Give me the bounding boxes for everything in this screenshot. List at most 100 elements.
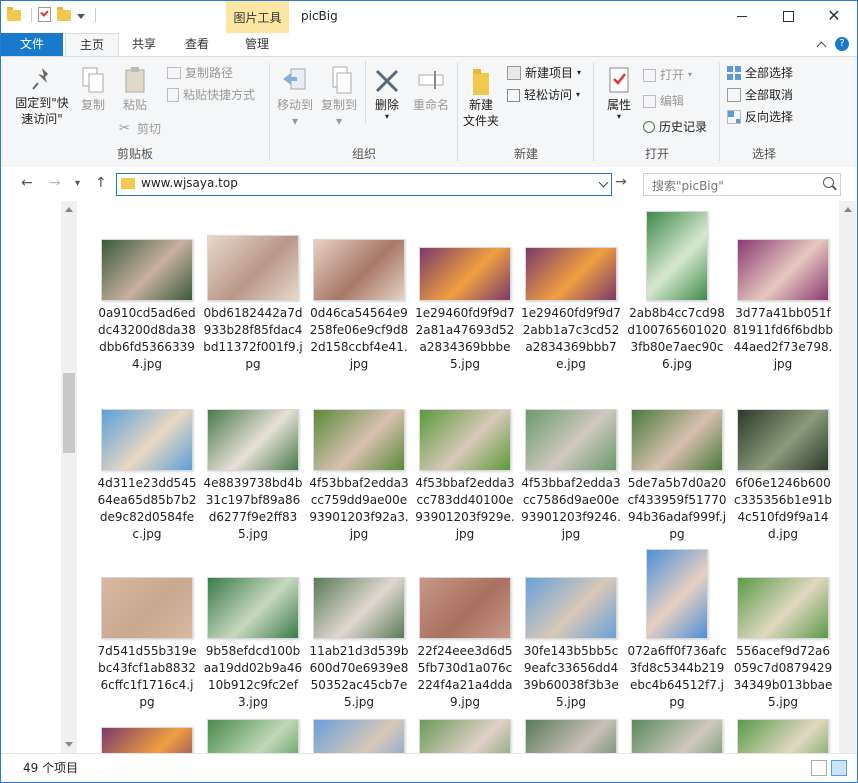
file-item[interactable]: 9b58efdcd100baa19dd02b9a4610b912c9fc2ef3… (201, 549, 305, 711)
properties-button[interactable]: 属性 ▾ (599, 65, 639, 121)
file-item[interactable] (95, 691, 199, 753)
file-item[interactable]: 4d311e23dd54564ea65d85b7b2de9c82d0584fec… (95, 381, 199, 543)
file-item[interactable] (201, 691, 305, 753)
content-scrollbar[interactable] (839, 201, 856, 753)
new-folder-icon (467, 65, 495, 95)
paste-shortcut-button[interactable]: 粘贴快捷方式 (167, 85, 255, 105)
tab-view[interactable]: 查看 (171, 33, 223, 56)
help-icon[interactable]: ? (835, 37, 849, 51)
address-bar[interactable]: www.wjsaya.top (116, 173, 612, 196)
file-item[interactable]: 7d541d55b319ebc43fcf1ab88326cffc1f1716c4… (95, 549, 199, 711)
file-item[interactable] (519, 691, 623, 753)
new-item-chevron-down-icon: ▾ (577, 68, 582, 77)
refresh-icon[interactable]: → (615, 174, 629, 192)
file-thumbnail (201, 691, 305, 753)
tab-file[interactable]: 文件 (1, 33, 63, 56)
file-thumbnail (95, 691, 199, 753)
file-item[interactable]: 4f53bbaf2edda3cc783dd40100e93901203f929e… (413, 381, 517, 543)
copy-path-button[interactable]: 复制路径 (167, 63, 233, 83)
file-item[interactable]: 1e29460fd9f9d72a81a47693d52a2834369bbbe5… (413, 211, 517, 373)
invert-selection-button[interactable]: 反向选择 (727, 107, 793, 127)
clipboard-group-label: 剪贴板 (116, 147, 153, 161)
select-all-button[interactable]: 全部选择 (727, 63, 793, 83)
new-folder-qat-icon[interactable] (57, 7, 71, 21)
divider (365, 61, 366, 123)
scroll-thumb[interactable] (63, 373, 75, 453)
tab-share[interactable]: 共享 (119, 33, 169, 56)
properties-icon (605, 65, 633, 93)
recent-locations-chevron-down-icon[interactable]: ▾ (75, 178, 80, 189)
maximize-button[interactable] (765, 1, 811, 31)
navigation-bar: ← → ▾ ↑ www.wjsaya.top → 搜索"picBig" (1, 167, 857, 201)
file-item[interactable]: 4f53bbaf2edda3cc7586d9ae00e93901203f9246… (519, 381, 623, 543)
customize-qat-chevron-down-icon[interactable] (77, 13, 85, 19)
cut-button[interactable]: ✂ 剪切 (119, 119, 161, 139)
copy-to-button[interactable]: 复制到 ▾ (317, 65, 361, 129)
file-item[interactable]: 11ab21d3d539b600d70e6939e850352ac45cb7e5… (307, 549, 411, 711)
forward-arrow-icon[interactable]: → (49, 175, 61, 191)
thumbnail-image (646, 549, 708, 639)
file-item[interactable]: 6f06e1246b600c335356b1e91b4c510fd9f9a14d… (731, 381, 835, 543)
window-title: picBig (301, 9, 338, 23)
explorer-window: 图片工具 picBig ✕ 文件 主页 共享 查看 管理 ? 固定到"快速访问" (0, 0, 858, 783)
select-none-button[interactable]: 全部取消 (727, 85, 793, 105)
collapse-ribbon-chevron-up-icon[interactable] (816, 41, 827, 51)
new-folder-button[interactable]: 新建 文件夹 (459, 65, 503, 129)
back-arrow-icon[interactable]: ← (21, 175, 33, 191)
rename-button[interactable]: 重命名 (407, 65, 455, 113)
file-item[interactable]: 22f24eee3d6d55fb730d1a076c224f4a21a4dda9… (413, 549, 517, 711)
details-view-icon[interactable] (811, 760, 827, 776)
edit-button[interactable]: 编辑 (643, 91, 684, 111)
file-item[interactable]: 3d77a41bb051f81911fd6f6bdbb44aed2f73e798… (731, 211, 835, 373)
file-item[interactable] (307, 691, 411, 753)
title-bar: 图片工具 picBig ✕ (1, 1, 857, 33)
file-item[interactable] (625, 691, 729, 753)
history-icon (643, 121, 655, 133)
file-item[interactable]: 2ab8b4cc7cd98d1007656010203fb80e7aec90c6… (625, 211, 729, 373)
open-button[interactable]: 打开 ▾ (643, 65, 692, 85)
history-button[interactable]: 历史记录 (643, 117, 707, 137)
thumbnail-image (313, 577, 405, 639)
thumbnail-image (737, 719, 829, 753)
copy-button[interactable]: 复制 (73, 65, 113, 113)
file-item[interactable] (731, 691, 835, 753)
file-item[interactable]: 5de7a5b7d0a20cf433959f5177094b36adaf999f… (625, 381, 729, 543)
file-item[interactable]: 4e8839738bd4b31c197bf89a86d6277f9e2ff835… (201, 381, 305, 543)
thumbnail-image (207, 577, 299, 639)
tab-home[interactable]: 主页 (65, 33, 119, 57)
file-item[interactable]: 072a6ff0f736afc3fd8c5344b219ebc4b64512f7… (625, 549, 729, 711)
file-item[interactable]: 556acef9d72a6059c7d087942934349b013bbae5… (731, 549, 835, 711)
paste-button[interactable]: 粘贴 (113, 65, 157, 113)
open-group-label: 打开 (644, 147, 669, 161)
file-thumbnail (625, 211, 729, 301)
pin-quick-access-button[interactable]: 固定到"快速访问" (11, 65, 73, 127)
new-item-button[interactable]: 新建项目 ▾ (507, 63, 581, 83)
up-arrow-icon[interactable]: ↑ (95, 175, 107, 191)
scroll-up-icon[interactable] (65, 207, 73, 212)
search-input[interactable]: 搜索"picBig" (643, 173, 841, 196)
file-name: 1e29460fd9f9d72abb1a7c3cd52a2834369bbb7e… (521, 306, 621, 371)
close-button[interactable]: ✕ (811, 1, 857, 31)
picture-tools-context-tab: 图片工具 (226, 1, 289, 33)
search-icon (823, 177, 834, 188)
scroll-down-icon[interactable] (65, 742, 73, 747)
large-icons-view-icon[interactable] (831, 760, 847, 776)
file-item[interactable]: 0bd6182442a7d933b28f85fdac4bd11372f001f9… (201, 211, 305, 373)
navigation-pane-scrollbar[interactable] (61, 201, 77, 753)
file-item[interactable] (413, 691, 517, 753)
move-to-button[interactable]: 移动到 ▾ (273, 65, 317, 129)
divider (593, 63, 594, 161)
file-item[interactable]: 1e29460fd9f9d72abb1a7c3cd52a2834369bbb7e… (519, 211, 623, 373)
file-item[interactable]: 30fe143b5bb5c9eafc33656dd439b60038f3b3e5… (519, 549, 623, 711)
minimize-button[interactable] (719, 1, 765, 31)
file-item[interactable]: 0d46ca54564e9258fe06e9cf9d82d158ccbf4e41… (307, 211, 411, 373)
tab-manage[interactable]: 管理 (227, 33, 287, 56)
delete-button[interactable]: 删除 ▾ (369, 65, 405, 121)
file-item[interactable]: 4f53bbaf2edda3cc759dd9ae00e93901203f92a3… (307, 381, 411, 543)
file-thumbnail (95, 211, 199, 301)
easy-access-button[interactable]: 轻松访问 ▾ (507, 85, 580, 105)
properties-qat-icon[interactable] (38, 7, 51, 22)
scroll-up-icon[interactable] (844, 207, 852, 212)
file-item[interactable]: 0a910cd5ad6eddc43200d8da38dbb6fd53663394… (95, 211, 199, 373)
address-history-chevron-down-icon[interactable] (598, 177, 609, 188)
